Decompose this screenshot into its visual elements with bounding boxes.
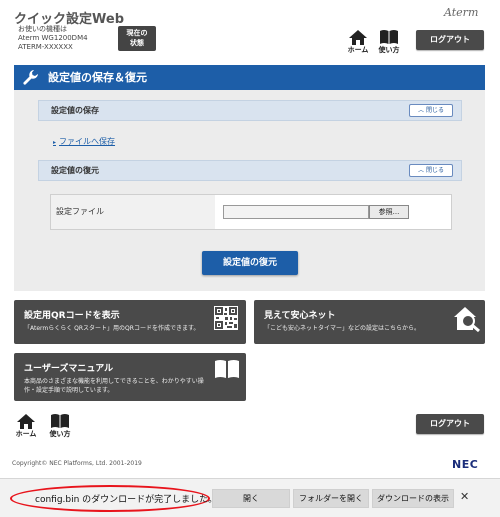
restore-settings-button[interactable]: 設定値の復元 bbox=[202, 251, 298, 275]
save-section-bar: 設定値の保存 ︿ 閉じる bbox=[38, 100, 462, 121]
safe-net-tile[interactable]: 見えて安心ネット 「こども安心ネットタイマー」などの設定はこちらから。 bbox=[254, 300, 485, 344]
save-to-file-link[interactable]: ▸ ファイルへ保存 bbox=[53, 136, 115, 147]
save-section-close-button[interactable]: ︿ 閉じる bbox=[409, 104, 453, 117]
book-icon bbox=[380, 30, 398, 44]
arrow-right-icon: ▸ bbox=[53, 139, 57, 146]
header-howto-button[interactable]: 使い方 bbox=[376, 29, 402, 55]
restore-section-title: 設定値の復元 bbox=[51, 166, 99, 175]
restore-close-label: 閉じる bbox=[425, 167, 444, 174]
book-icon bbox=[51, 414, 69, 428]
house-search-icon bbox=[454, 307, 480, 332]
section-title-bar: 設定値の保存＆復元 bbox=[14, 65, 485, 90]
footer-howto-button[interactable]: 使い方 bbox=[47, 413, 73, 439]
book-icon bbox=[215, 360, 239, 378]
wrench-icon bbox=[23, 70, 38, 85]
settings-file-row: 設定ファイル 参照... bbox=[50, 194, 452, 230]
download-bar: config.bin のダウンロードが完了しました。 開く フォルダーを開く ダ… bbox=[0, 478, 500, 517]
device-info: お使いの機種は Aterm WG1200DM4 ATERM-XXXXXX bbox=[18, 25, 88, 52]
manual-tile-title: ユーザーズマニュアル bbox=[24, 364, 114, 374]
settings-file-label: 設定ファイル bbox=[51, 195, 215, 229]
qr-tile-desc: 「Atermらくらく QRスタート」用のQRコードを作成できます。 bbox=[24, 325, 200, 332]
status-button-line2: 状態 bbox=[130, 39, 144, 47]
manual-tile-desc-line2: 作・設定手順で説明しています。 bbox=[24, 387, 114, 394]
users-manual-tile[interactable]: ユーザーズマニュアル 本商品のさまざまな機能を利用してできることを、わかりやすい… bbox=[14, 353, 246, 401]
manual-tile-desc-line1: 本商品のさまざまな機能を利用してできることを、わかりやすい操 bbox=[24, 378, 204, 385]
chevron-up-icon: ︿ bbox=[418, 167, 425, 174]
download-message: config.bin のダウンロードが完了しました。 bbox=[35, 495, 218, 505]
manual-tile-desc: 本商品のさまざまな機能を利用してできることを、わかりやすい操 作・設定手順で説明… bbox=[24, 377, 204, 395]
qr-code-icon bbox=[214, 306, 238, 330]
browse-button[interactable]: 参照... bbox=[369, 205, 409, 219]
save-close-label: 閉じる bbox=[425, 107, 444, 114]
footer-howto-label: 使い方 bbox=[49, 430, 71, 438]
footer-logout-button[interactable]: ログアウト bbox=[416, 414, 484, 434]
nec-logo: NEC bbox=[452, 458, 479, 471]
header-logout-button[interactable]: ログアウト bbox=[416, 30, 484, 50]
status-button-line1: 現在の bbox=[126, 29, 148, 37]
qr-code-tile[interactable]: 設定用QRコードを表示 「Atermらくらく QRスタート」用のQRコードを作成… bbox=[14, 300, 246, 344]
save-to-file-label: ファイルへ保存 bbox=[59, 137, 116, 146]
header-home-button[interactable]: ホーム bbox=[345, 29, 371, 55]
device-label: お使いの機種は bbox=[18, 25, 67, 33]
header: クイック設定Web お使いの機種は Aterm WG1200DM4 ATERM-… bbox=[0, 0, 500, 58]
safe-net-tile-desc: 「こども安心ネットタイマー」などの設定はこちらから。 bbox=[264, 325, 421, 332]
chevron-up-icon: ︿ bbox=[418, 107, 425, 114]
qr-tile-title: 設定用QRコードを表示 bbox=[24, 311, 120, 321]
footer-home-button[interactable]: ホーム bbox=[13, 413, 39, 439]
open-folder-button[interactable]: フォルダーを開く bbox=[293, 489, 369, 508]
brand-logo: Aterm bbox=[444, 6, 479, 19]
current-status-button[interactable]: 現在の 状態 bbox=[118, 26, 156, 51]
restore-section-close-button[interactable]: ︿ 閉じる bbox=[409, 164, 453, 177]
settings-file-input[interactable] bbox=[223, 205, 369, 219]
open-file-button[interactable]: 開く bbox=[212, 489, 290, 508]
footer-home-label: ホーム bbox=[15, 430, 37, 438]
header-howto-label: 使い方 bbox=[378, 46, 400, 54]
restore-section-bar: 設定値の復元 ︿ 閉じる bbox=[38, 160, 462, 181]
header-home-label: ホーム bbox=[347, 46, 369, 54]
home-icon bbox=[17, 414, 35, 429]
copyright: Copyright© NEC Platforms, Ltd. 2001-2019 bbox=[12, 460, 142, 467]
close-icon[interactable]: ✕ bbox=[460, 490, 469, 503]
save-section-title: 設定値の保存 bbox=[51, 106, 99, 115]
device-model: Aterm WG1200DM4 bbox=[18, 34, 88, 42]
safe-net-tile-title: 見えて安心ネット bbox=[264, 311, 336, 321]
home-icon bbox=[349, 30, 367, 45]
show-downloads-button[interactable]: ダウンロードの表示 bbox=[372, 489, 454, 508]
section-title: 設定値の保存＆復元 bbox=[48, 71, 147, 84]
device-sub: ATERM-XXXXXX bbox=[18, 43, 73, 51]
